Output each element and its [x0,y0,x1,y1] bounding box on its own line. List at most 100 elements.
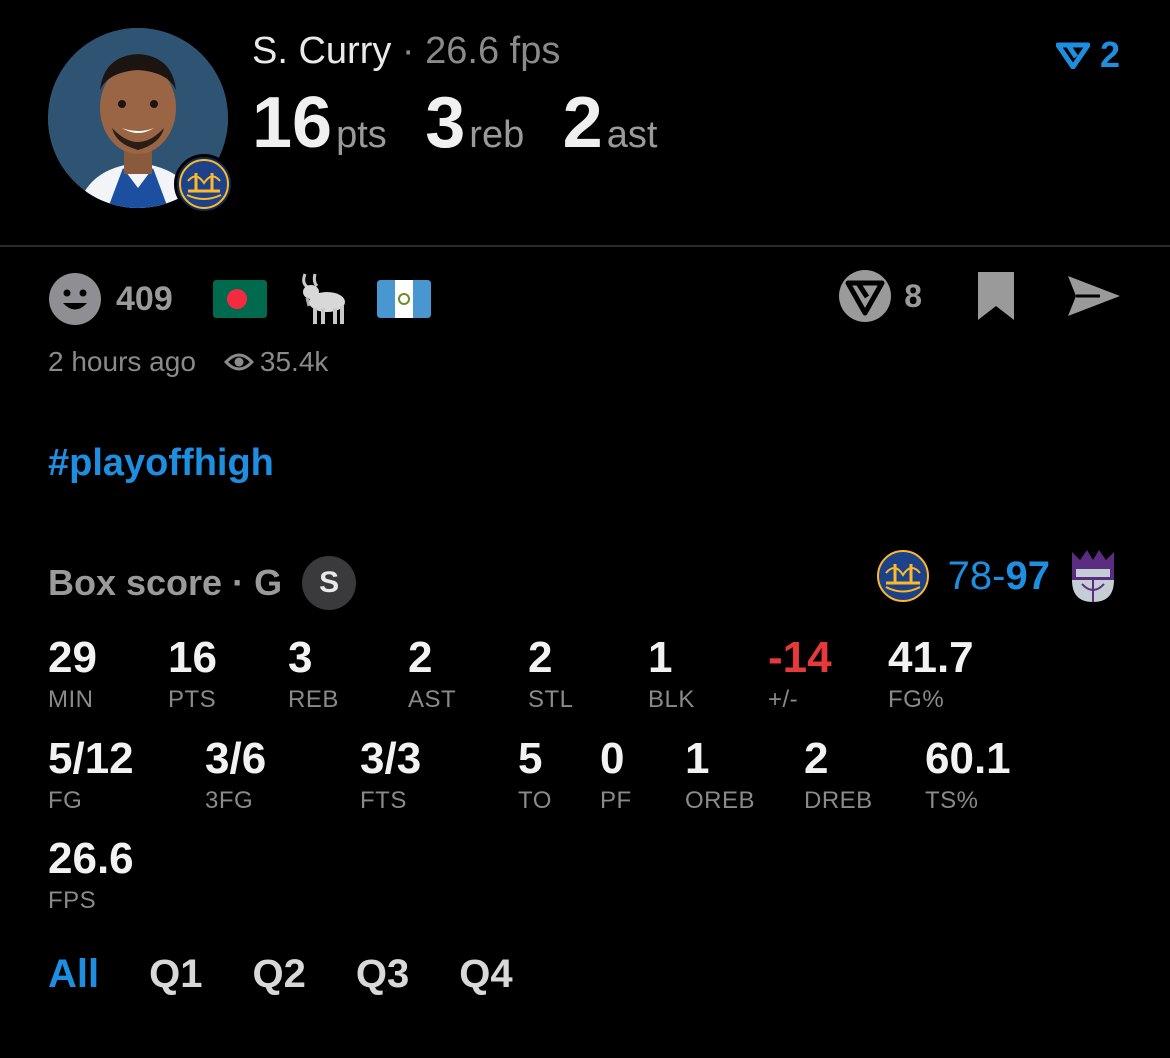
stat-label: PF [600,787,632,814]
stat-reb: 3 REB [288,636,339,714]
stat-label: FG [48,787,83,814]
game-score[interactable]: 78-97 [876,548,1118,604]
view-count-value: 35.4k [259,346,329,377]
stat-fps: 26.6 FPS [48,837,134,915]
warriors-logo-icon [876,550,929,602]
stat-oreb: 1 OREB [685,737,755,815]
stat-dreb: 2 DREB [804,737,873,815]
reaction-count: 409 [116,279,173,318]
stat-fg: 41.7 FG% [888,636,974,714]
stat-stl: 2 STL [528,636,574,714]
comments-count: 8 [904,277,922,314]
stat-label: FPS [48,887,97,914]
ast-value: 2 [562,83,603,163]
vote-count: 2 [1099,34,1120,75]
reb-value: 3 [425,83,466,163]
kings-logo-icon [1072,550,1114,602]
bangladesh-flag-icon[interactable] [212,280,267,318]
view-count: 35.4k [223,346,329,378]
stat-to: 5 TO [518,737,552,815]
stat-value: 1 [685,734,710,783]
stat-ast: 2 AST [408,636,456,714]
reb-unit: reb [469,114,525,156]
stat-value: 1 [648,633,673,682]
stat-fts: 3/3 FTS [360,737,421,815]
hashtag-link[interactable]: #playoffhigh [48,442,274,485]
tab-all[interactable]: All [48,952,99,997]
stat-value: -14 [768,633,832,682]
stat-label: DREB [804,787,873,814]
actions-row: 8 [838,268,1122,324]
tab-q3[interactable]: Q3 [356,952,409,997]
comment-vote-icon[interactable] [838,269,892,323]
stat-label: OREB [685,787,756,814]
smiley-icon[interactable] [48,272,102,326]
stat-label: FTS [360,787,407,814]
stat-pts: 16 PTS [168,636,217,714]
stat-value: 2 [408,633,433,682]
stat-value: 16 [168,633,217,682]
pts-unit: pts [336,114,387,156]
stat-label: 3FG [205,787,254,814]
tab-q4[interactable]: Q4 [459,952,512,997]
stat-min: 29 MIN [48,636,97,714]
stat-value: 2 [528,633,553,682]
stat-label: FG% [888,686,945,713]
player-name[interactable]: S. Curry [252,30,391,72]
stat-blk: 1 BLK [648,636,695,714]
reactions-row: 409 [48,273,459,325]
stat-: -14 +/- [768,636,832,714]
stat-label: TO [518,787,552,814]
stat-value: 3/3 [360,734,422,783]
stat-value: 3/6 [205,734,267,783]
score-text: 78-97 [948,554,1050,599]
box-score-title: Box score · G [48,562,283,603]
guatemala-flag-icon[interactable] [376,280,431,318]
stat-label: TS% [925,787,979,814]
pts-value: 16 [252,83,333,163]
stat-label: AST [408,686,457,713]
stat-value: 29 [48,633,97,682]
goat-icon[interactable] [295,270,349,328]
score-dash: - [992,553,1006,598]
stat-value: 41.7 [888,633,974,682]
stat-fg: 5/12 FG [48,737,134,815]
stat-value: 5 [518,734,543,783]
player-name-line: S. Curry · 26.6 fps [252,30,560,73]
stat-label: MIN [48,686,94,713]
stat-value: 0 [600,734,625,783]
stat-label: PTS [168,686,217,713]
vote-button[interactable]: 2 [1055,34,1120,76]
bookmark-icon[interactable] [974,268,1018,324]
ast-unit: ast [606,114,658,156]
player-fps: 26.6 fps [425,30,561,72]
quarter-tabs: All Q1 Q2 Q3 Q4 [48,952,513,997]
stat-value: 3 [288,633,313,682]
stat-label: REB [288,686,339,713]
name-separator: · [401,30,415,72]
post-time: 2 hours ago [48,346,196,377]
post-meta: 2 hours ago 35.4k [48,346,328,378]
stat-label: +/- [768,686,799,713]
tab-q1[interactable]: Q1 [149,952,202,997]
stat-label: STL [528,686,574,713]
player-statline: 16 pts 3 reb 2 ast [252,82,691,164]
stat-value: 5/12 [48,734,134,783]
share-icon[interactable] [1066,272,1122,320]
stat-3fg: 3/6 3FG [205,737,266,815]
header-divider [0,245,1170,247]
opponent-score: 97 [1005,553,1051,598]
team-score: 78 [947,553,993,598]
warriors-logo-icon [174,154,234,214]
tab-q2[interactable]: Q2 [252,952,305,997]
box-score-header: Box score · G S [48,556,357,610]
stat-value: 60.1 [925,734,1011,783]
stat-pf: 0 PF [600,737,632,815]
eye-icon [223,353,254,371]
stat-label: BLK [648,686,695,713]
starter-badge: S [302,556,357,610]
stat-value: 2 [804,734,829,783]
stat-ts: 60.1 TS% [925,737,1011,815]
stat-value: 26.6 [48,834,134,883]
vote-arrow-icon [1055,42,1090,69]
